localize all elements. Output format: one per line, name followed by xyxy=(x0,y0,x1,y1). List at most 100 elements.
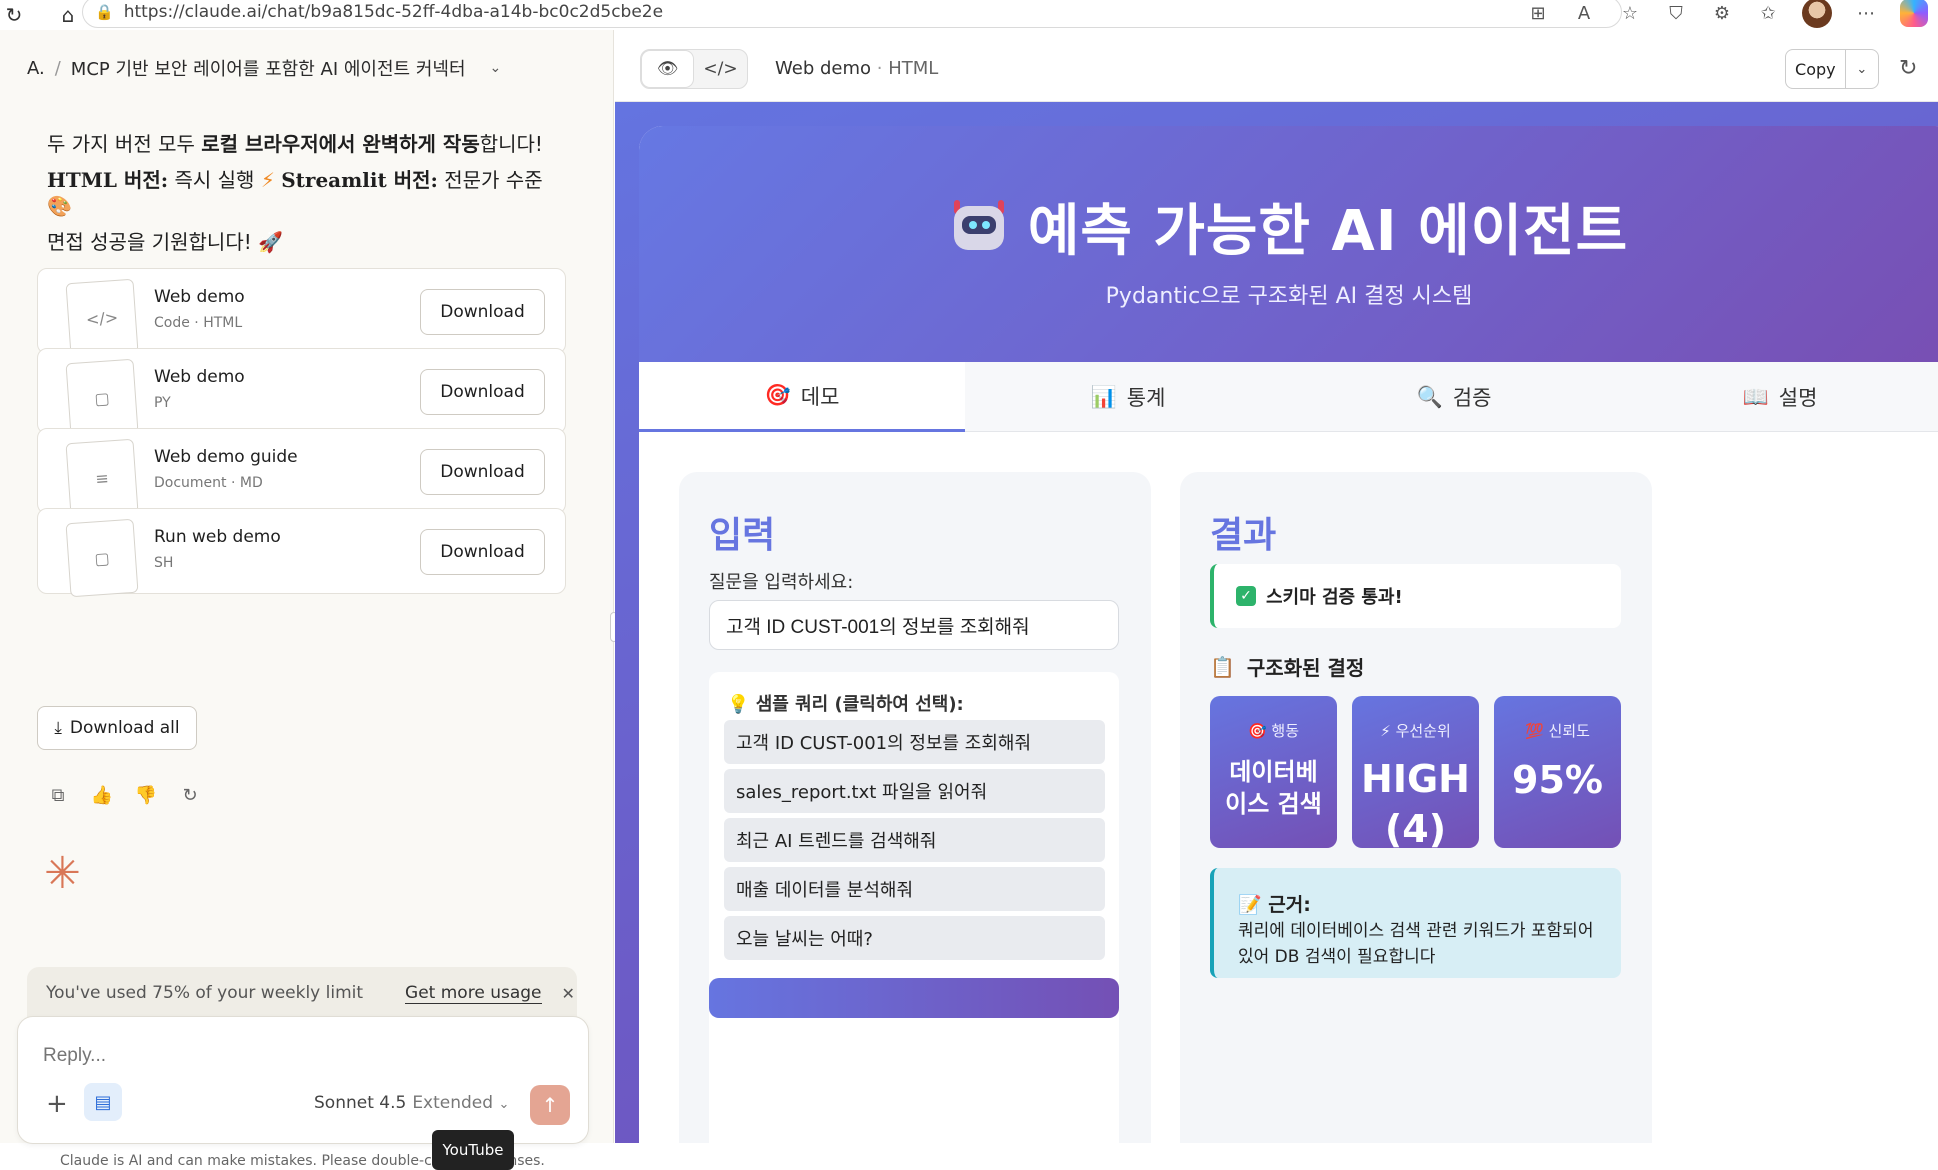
reason-text: 쿼리에 데이터베이스 검색 관련 키워드가 포함되어 있어 DB 검색이 필요합… xyxy=(1238,921,1594,967)
thumbs-down-icon[interactable]: 👎 xyxy=(135,784,157,806)
apps-icon[interactable]: ⊞ xyxy=(1526,1,1550,25)
samples-title-text: 샘플 쿼리 (클릭하여 선택): xyxy=(755,694,964,715)
run-button[interactable] xyxy=(709,978,1119,1018)
thumbs-up-icon[interactable]: 👍 xyxy=(91,784,113,806)
sample-query[interactable]: 매출 데이터를 분석해줘 xyxy=(724,867,1105,911)
input-heading: 입력 xyxy=(709,515,776,556)
get-more-usage-link[interactable]: Get more usage xyxy=(405,983,542,1004)
streamlit-version-text: 전문가 수준 xyxy=(444,168,543,192)
file-card[interactable]: ▢ Web demo PY Download xyxy=(37,348,566,438)
chevron-down-icon[interactable]: ⌄ xyxy=(1844,50,1878,88)
chevron-down-icon[interactable]: ⌄ xyxy=(490,60,502,76)
tab-description[interactable]: 📖 설명 xyxy=(1617,362,1938,432)
chat-title[interactable]: MCP 기반 보안 레이어를 포함한 AI 에이전트 커넥터 xyxy=(71,55,466,81)
breadcrumb-root[interactable]: A. xyxy=(27,58,45,79)
copy-icon[interactable]: ⧉ xyxy=(47,784,69,806)
favorite-star-icon[interactable]: ☆ xyxy=(1618,1,1642,25)
tooltip: YouTube xyxy=(432,1130,514,1170)
schema-validation-status: ✓ 스키마 검증 통과! xyxy=(1210,564,1621,628)
confidence-value: 95% xyxy=(1512,758,1603,802)
browser-toolbar: ↻ ⌂ 🔒 https://claude.ai/chat/b9a815dc-52… xyxy=(0,0,1938,30)
question-input[interactable] xyxy=(709,600,1119,650)
refresh-icon[interactable]: ↻ xyxy=(1899,56,1917,81)
model-selector[interactable]: Sonnet 4.5 Extended ⌄ xyxy=(314,1093,509,1113)
reload-icon[interactable]: ↻ xyxy=(0,1,28,29)
message-bold: 로컬 브라우저에서 완벽하게 작동 xyxy=(201,132,480,156)
lightning-icon: ⚡ xyxy=(1380,722,1391,740)
extensions-icon[interactable]: ⚙ xyxy=(1710,1,1734,25)
address-bar[interactable]: 🔒 https://claude.ai/chat/b9a815dc-52ff-4… xyxy=(82,0,1622,28)
message-actions: ⧉ 👍 👎 ↻ xyxy=(47,784,201,806)
lock-icon: 🔒 xyxy=(95,3,114,21)
document-icon: ≡ xyxy=(65,438,139,518)
preview-eye-icon[interactable]: 👁 xyxy=(641,50,695,88)
sample-query[interactable]: sales_report.txt 파일을 읽어줘 xyxy=(724,769,1105,813)
hundred-points-icon: 💯 xyxy=(1525,722,1544,740)
avatar[interactable] xyxy=(1802,0,1832,28)
reply-input[interactable] xyxy=(43,1045,443,1067)
model-mode: Extended xyxy=(412,1093,494,1113)
artifact-name: Web demo xyxy=(775,58,872,79)
palette-icon: 🎨 xyxy=(47,194,72,218)
download-button[interactable]: Download xyxy=(420,369,545,415)
file-title: Web demo xyxy=(154,367,245,387)
message-text: 두 가지 버전 모두 xyxy=(47,132,202,156)
target-icon: 🎯 xyxy=(1247,722,1267,740)
more-menu-icon[interactable]: ⋯ xyxy=(1854,1,1878,25)
file-type: SH xyxy=(154,555,174,571)
sample-query[interactable]: 최근 AI 트렌드를 검색해줘 xyxy=(724,818,1105,862)
artifact-title: Web demo · HTML xyxy=(775,58,938,79)
send-button[interactable]: ↑ xyxy=(530,1085,570,1125)
shield-icon[interactable]: ⛉ xyxy=(1664,1,1688,25)
action-card: 🎯 행동 데이터베 이스 검색 xyxy=(1210,696,1337,848)
download-button[interactable]: Download xyxy=(420,529,545,575)
file-card[interactable]: ▢ Run web demo SH Download xyxy=(37,508,566,598)
file-title: Web demo xyxy=(154,287,245,307)
add-icon[interactable]: + xyxy=(46,1089,68,1119)
chat-panel: A. / MCP 기반 보안 레이어를 포함한 AI 에이전트 커넥터 ⌄ 두 … xyxy=(0,30,618,1170)
file-type: PY xyxy=(154,395,171,411)
sample-query[interactable]: 고객 ID CUST-001의 정보를 조회해줘 xyxy=(724,720,1105,764)
copilot-icon[interactable] xyxy=(1900,0,1928,27)
action-value: 데이터베 이스 검색 xyxy=(1225,758,1322,818)
magnifier-icon: 🔍 xyxy=(1416,384,1443,409)
clipboard-icon: 📋 xyxy=(1210,654,1235,679)
download-button[interactable]: Download xyxy=(420,289,545,335)
favorites-list-icon[interactable]: ✩ xyxy=(1756,1,1780,25)
read-aloud-icon[interactable]: A xyxy=(1572,1,1596,25)
home-icon[interactable]: ⌂ xyxy=(54,1,82,29)
model-name: Sonnet 4.5 xyxy=(314,1093,407,1113)
file-type: Document · MD xyxy=(154,475,263,491)
lightning-icon: ⚡ xyxy=(260,168,275,192)
input-panel: 입력 질문을 입력하세요: 💡 샘플 쿼리 (클릭하여 선택): 고객 ID C… xyxy=(679,472,1151,1143)
close-icon[interactable]: ✕ xyxy=(562,984,575,1003)
code-icon[interactable]: </> xyxy=(694,50,747,88)
tab-label: 검증 xyxy=(1452,386,1492,410)
sample-query[interactable]: 오늘 날씨는 어때? xyxy=(724,916,1105,960)
download-button[interactable]: Download xyxy=(420,449,545,495)
hero-subtitle: Pydantic으로 구조화된 AI 결정 시스템 xyxy=(1105,284,1473,309)
tab-stats[interactable]: 📊 통계 xyxy=(965,362,1291,432)
hero-title-text: 예측 가능한 AI 에이전트 xyxy=(1027,199,1629,264)
decision-heading: 📋 구조화된 결정 xyxy=(1210,652,1364,681)
tab-label: 통계 xyxy=(1126,386,1166,410)
tab-demo[interactable]: 🎯 데모 xyxy=(639,362,965,432)
rocket-icon: 🚀 xyxy=(258,230,283,254)
code-file-icon: </> xyxy=(65,278,139,358)
message-line: HTML 버전: 즉시 실행 ⚡ Streamlit 버전: 전문가 수준 xyxy=(47,164,543,193)
file-card[interactable]: </> Web demo Code · HTML Download xyxy=(37,268,566,358)
confidence-label: 💯 신뢰도 xyxy=(1494,720,1621,741)
tools-icon[interactable]: ▤ xyxy=(84,1083,122,1121)
priority-label-text: 우선순위 xyxy=(1395,722,1451,740)
schema-status-text: 스키마 검증 통과! xyxy=(1266,587,1403,608)
retry-icon[interactable]: ↻ xyxy=(179,784,201,806)
file-card[interactable]: ≡ Web demo guide Document · MD Download xyxy=(37,428,566,518)
message-text: 합니다! xyxy=(479,132,543,156)
download-all-button[interactable]: ⤓ Download all xyxy=(37,706,197,750)
copy-button[interactable]: Copy xyxy=(1786,50,1845,88)
pencil-icon: 📝 xyxy=(1238,894,1262,916)
tab-validation[interactable]: 🔍 검증 xyxy=(1291,362,1617,432)
url-text[interactable]: https://claude.ai/chat/b9a815dc-52ff-4db… xyxy=(124,2,663,22)
artifact-language: HTML xyxy=(888,58,939,79)
lightbulb-icon: 💡 xyxy=(727,694,750,715)
